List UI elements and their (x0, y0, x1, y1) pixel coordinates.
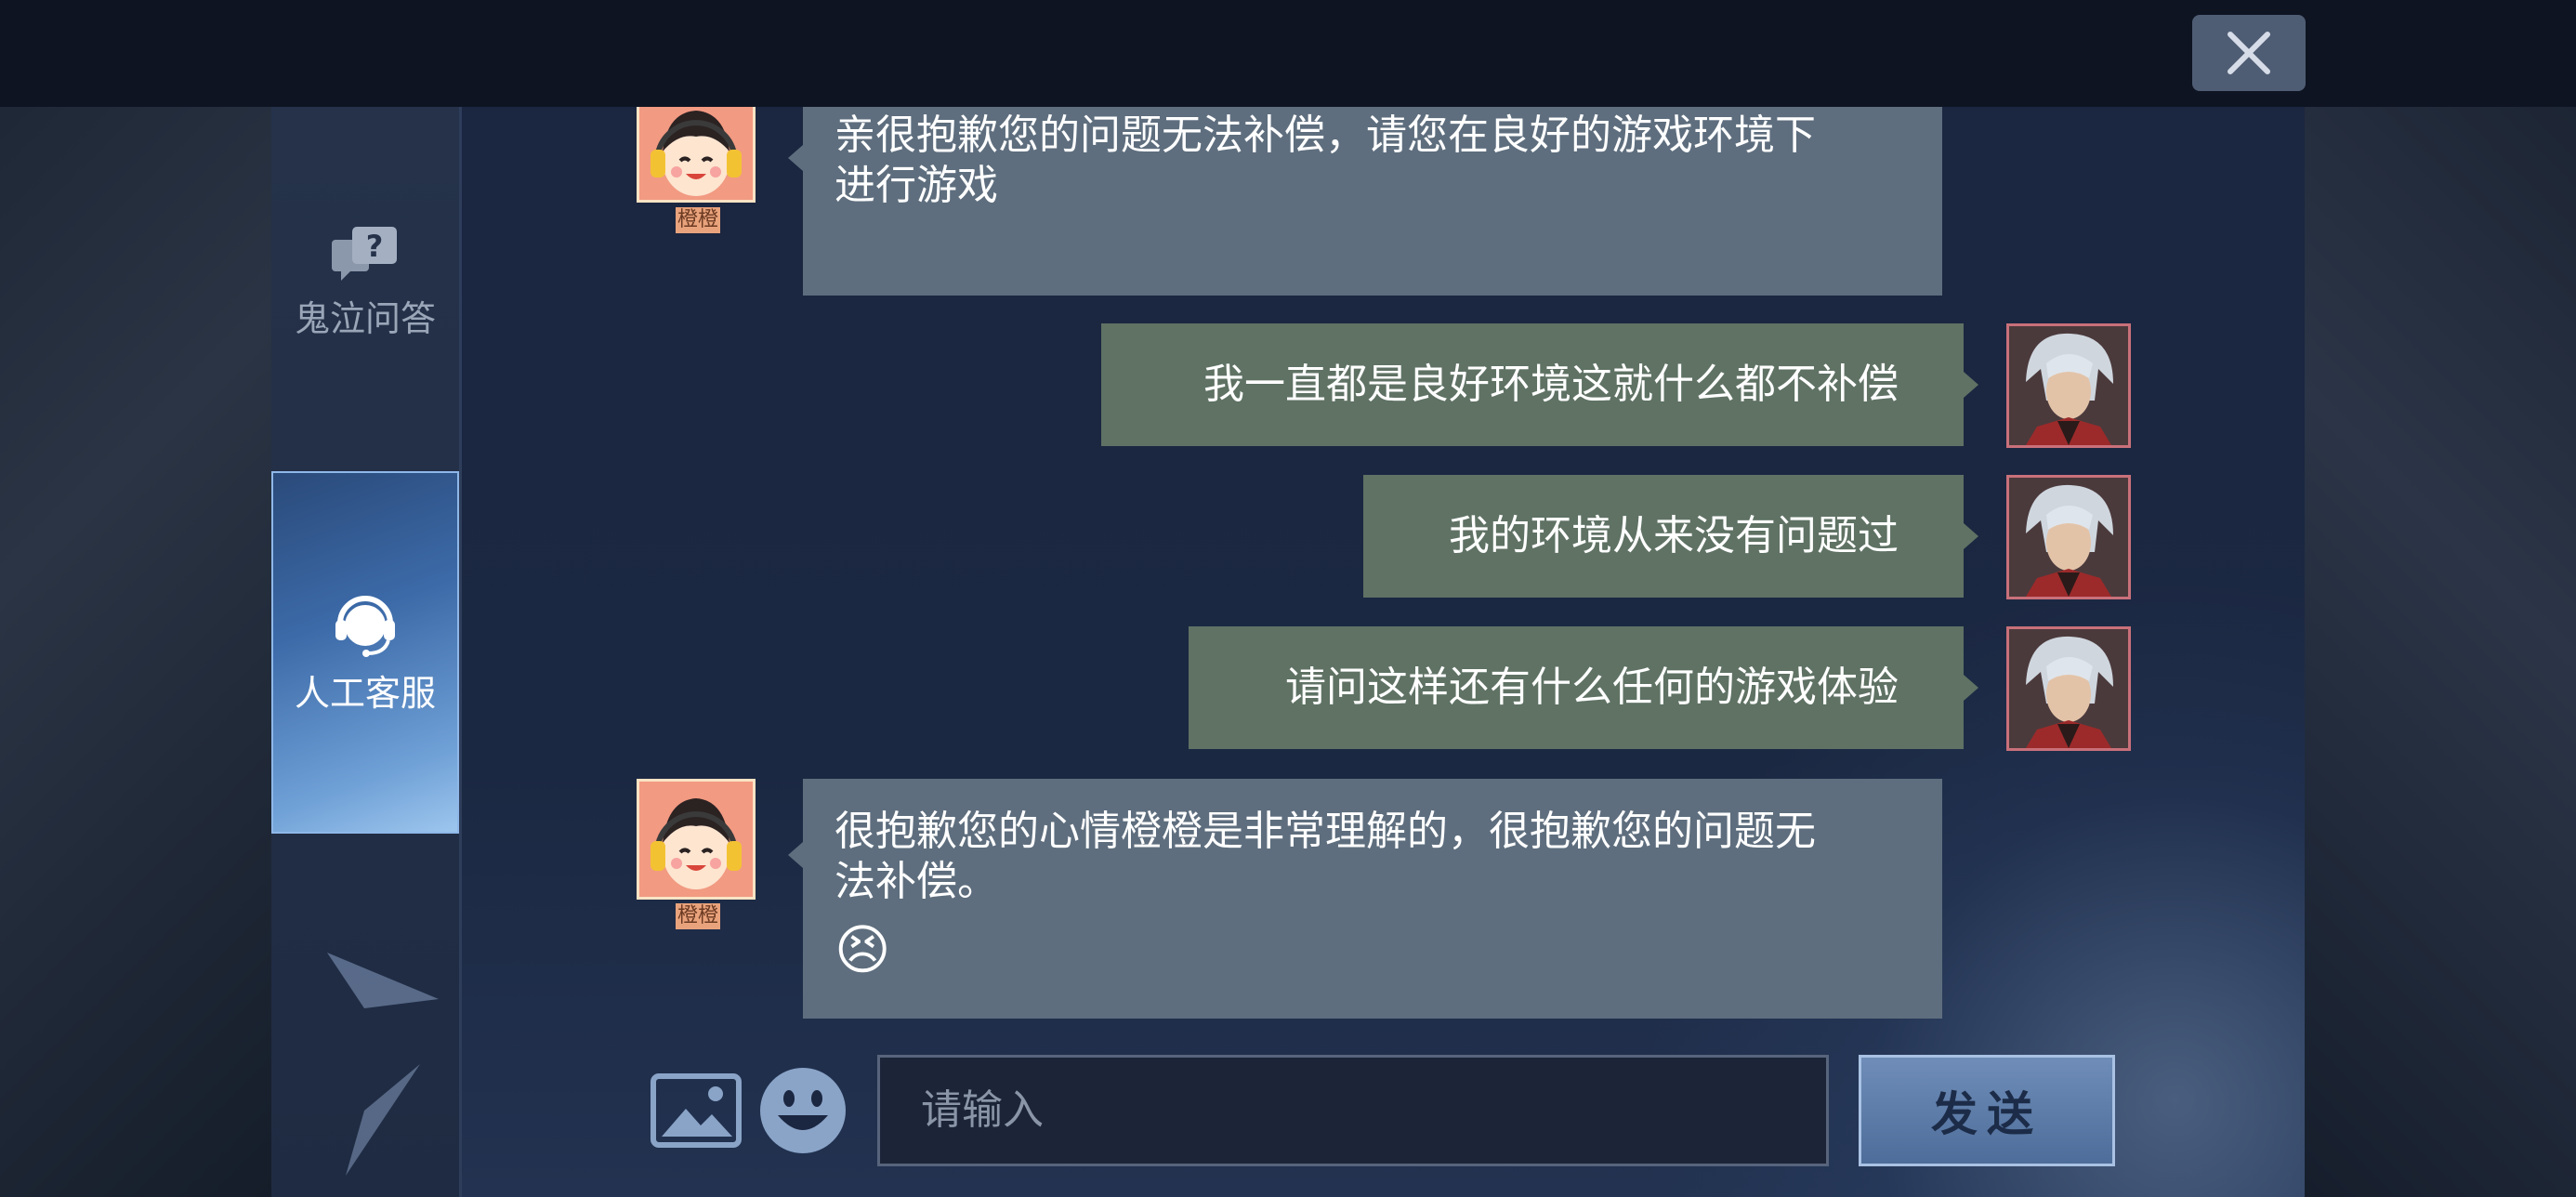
bubble-tail (1964, 675, 1978, 701)
message-text: 我一直都是良好环境这就什么都不补偿 (1203, 361, 1899, 408)
sidebar-item-label: 人工客服 (294, 672, 436, 714)
bubble-tail (1964, 523, 1978, 549)
message-text: 我的环境从来没有问题过 (1449, 512, 1899, 559)
agent-avatar (637, 93, 756, 203)
user-portrait-icon (2009, 629, 2128, 748)
message-line: 亲很抱歉您的问题无法补偿，请您在良好的游戏环境下 (835, 112, 1816, 159)
agent-message-bubble: 亲很抱歉您的问题无法补偿，请您在良好的游戏环境下 进行游戏 (803, 107, 1942, 296)
agent-name-tag: 橙橙 (676, 903, 720, 929)
qa-bubble-icon: ? (332, 227, 397, 281)
decorative-shard (327, 953, 439, 1176)
user-portrait-icon (2009, 478, 2128, 597)
message-input[interactable]: 请输入 (877, 1055, 1829, 1166)
image-icon (651, 1073, 742, 1148)
send-button-label: 发送 (1931, 1087, 2043, 1141)
user-message-bubble: 请问这样还有什么任何的游戏体验 (1189, 626, 1964, 749)
message-emoji: 😣 (835, 918, 891, 981)
agent-face-icon (651, 111, 742, 196)
user-portrait-icon (2009, 326, 2128, 445)
background-left (0, 0, 271, 1197)
smiley-icon (760, 1068, 846, 1153)
user-message-bubble: 我一直都是良好环境这就什么都不补偿 (1101, 323, 1964, 446)
sidebar-item-label: 鬼泣问答 (294, 298, 436, 339)
user-message-bubble: 我的环境从来没有问题过 (1363, 475, 1964, 598)
top-bar (0, 0, 2576, 107)
agent-avatar (637, 779, 756, 900)
message-line: 很抱歉您的心情橙橙是非常理解的，很抱歉您的问题无 (835, 808, 1816, 855)
sidebar: ? 鬼泣问答 人工客服 (271, 107, 462, 1197)
message-line: 进行游戏 (835, 162, 998, 209)
bubble-tail (1964, 372, 1978, 398)
agent-message-bubble: 很抱歉您的心情橙橙是非常理解的，很抱歉您的问题无 法补偿。 😣 (803, 779, 1942, 1019)
agent-name-tag: 橙橙 (676, 207, 720, 233)
close-button[interactable] (2192, 15, 2306, 91)
bubble-tail (788, 145, 803, 171)
emoji-button[interactable] (757, 1065, 848, 1156)
user-avatar (2006, 323, 2131, 448)
sidebar-item-human-service[interactable]: 人工客服 (271, 471, 459, 834)
agent-face-icon (651, 798, 742, 889)
bubble-tail (788, 842, 803, 868)
user-avatar (2006, 626, 2131, 751)
headset-icon (335, 595, 395, 657)
message-line: 法补偿。 (835, 858, 998, 905)
user-avatar (2006, 475, 2131, 599)
message-text: 请问这样还有什么任何的游戏体验 (1285, 664, 1899, 711)
close-icon (2228, 32, 2270, 74)
input-placeholder: 请输入 (921, 1086, 1044, 1134)
image-button[interactable] (651, 1073, 742, 1148)
background-right (2305, 0, 2576, 1197)
sidebar-item-faq[interactable]: ? 鬼泣问答 (271, 223, 459, 353)
send-button[interactable]: 发送 (1859, 1055, 2115, 1166)
svg-text:?: ? (366, 229, 384, 264)
